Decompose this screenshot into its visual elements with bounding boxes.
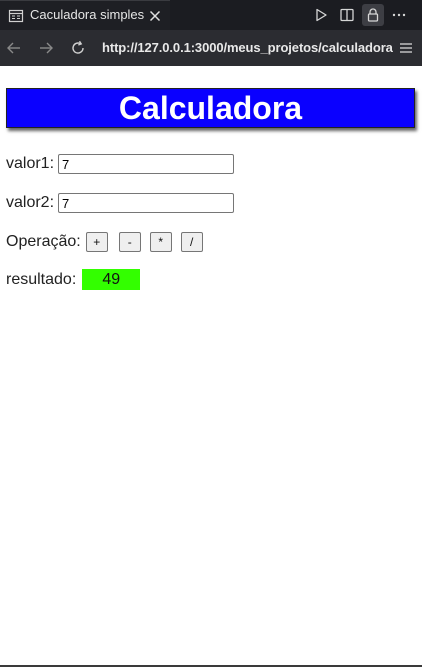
hamburger-menu-icon[interactable] [396, 38, 416, 58]
forward-arrow-icon[interactable] [36, 38, 56, 58]
play-icon[interactable] [310, 4, 332, 26]
reload-icon[interactable] [68, 38, 88, 58]
tab-strip: Caculadora simples [0, 0, 422, 30]
valor1-row: valor1: [6, 154, 235, 174]
back-arrow-icon[interactable] [4, 38, 24, 58]
url-field[interactable]: http://127.0.0.1:3000/meus_projetos/calc… [102, 40, 393, 55]
valor2-input[interactable] [58, 193, 235, 213]
operacao-row: Operação: + - * / [6, 232, 203, 252]
tab-title: Caculadora simples [30, 7, 145, 22]
address-bar: http://127.0.0.1:3000/meus_projetos/calc… [0, 30, 422, 66]
valor1-input[interactable] [58, 154, 235, 174]
page-header: Calculadora [6, 88, 415, 128]
valor2-label: valor2: [6, 194, 55, 211]
valor1-label: valor1: [6, 155, 55, 172]
divide-button[interactable]: / [180, 232, 203, 252]
reader-icon [8, 8, 24, 24]
lock-icon[interactable] [362, 4, 384, 26]
operacao-label: Operação: [6, 233, 81, 250]
page-viewport: Calculadora valor1: valor2: Operação: + … [0, 66, 422, 666]
add-button[interactable]: + [85, 232, 108, 252]
close-icon[interactable] [148, 8, 162, 24]
page-title: Calculadora [118, 90, 303, 126]
multiply-button[interactable]: * [149, 232, 172, 252]
more-icon[interactable] [388, 4, 410, 26]
valor2-row: valor2: [6, 193, 235, 213]
resultado-value: 49 [82, 269, 141, 290]
resultado-label: resultado: [6, 270, 77, 288]
resultado-row: resultado: 49 [6, 269, 141, 290]
split-view-icon[interactable] [336, 4, 358, 26]
browser-tab[interactable]: Caculadora simples [0, 0, 170, 30]
subtract-button[interactable]: - [118, 232, 141, 252]
